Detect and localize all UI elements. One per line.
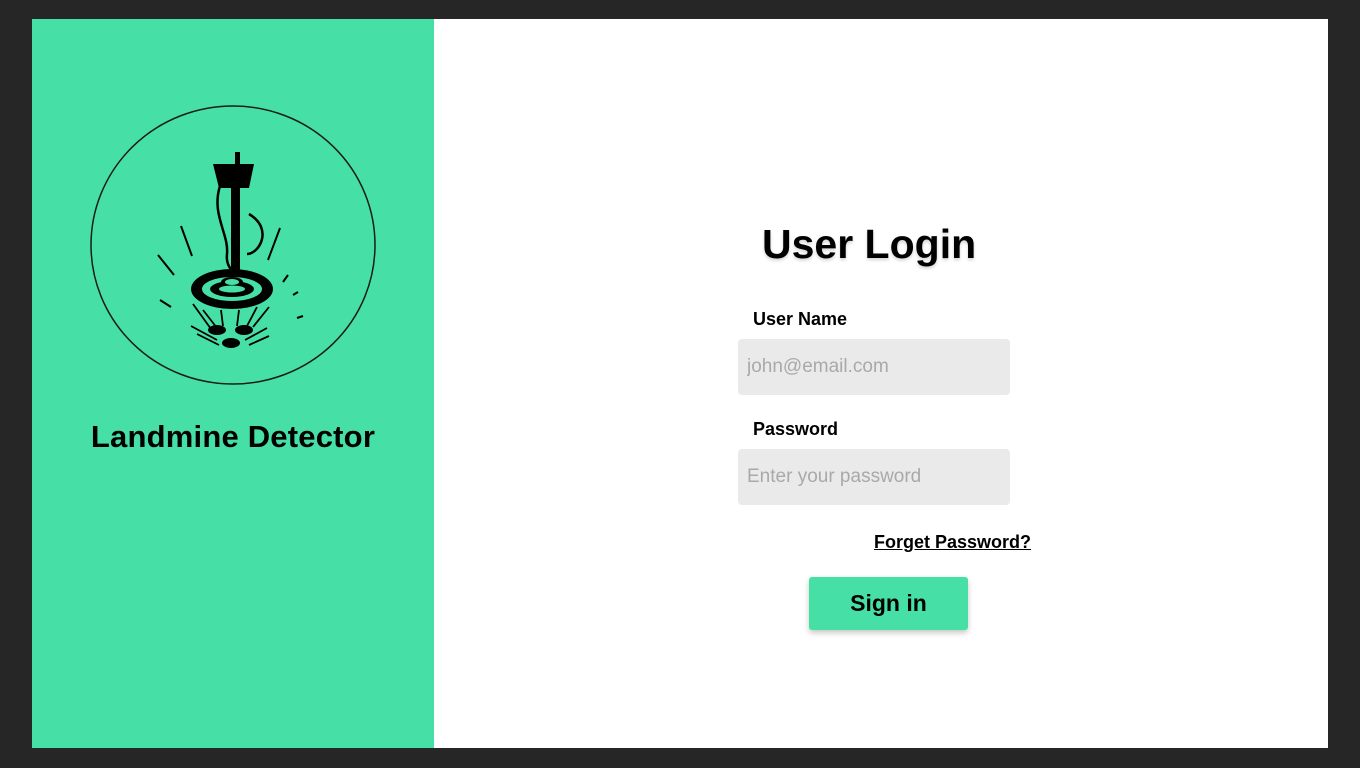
password-input[interactable]	[738, 449, 1010, 505]
sign-in-button[interactable]: Sign in	[809, 577, 968, 630]
brand-panel: Landmine Detector	[32, 19, 434, 748]
page-title: User Login	[762, 221, 977, 267]
metal-detector-icon	[90, 105, 376, 385]
password-label: Password	[753, 419, 839, 439]
forgot-password-link[interactable]: Forget Password?	[874, 532, 1031, 553]
login-panel: User Login User Name Password Forget Pas…	[434, 19, 1328, 748]
username-input[interactable]	[738, 339, 1010, 395]
app-window: Landmine Detector User Login User Name P…	[32, 19, 1328, 748]
username-label: User Name	[753, 309, 848, 329]
brand-logo	[89, 104, 377, 386]
brand-name: Landmine Detector	[90, 419, 376, 454]
